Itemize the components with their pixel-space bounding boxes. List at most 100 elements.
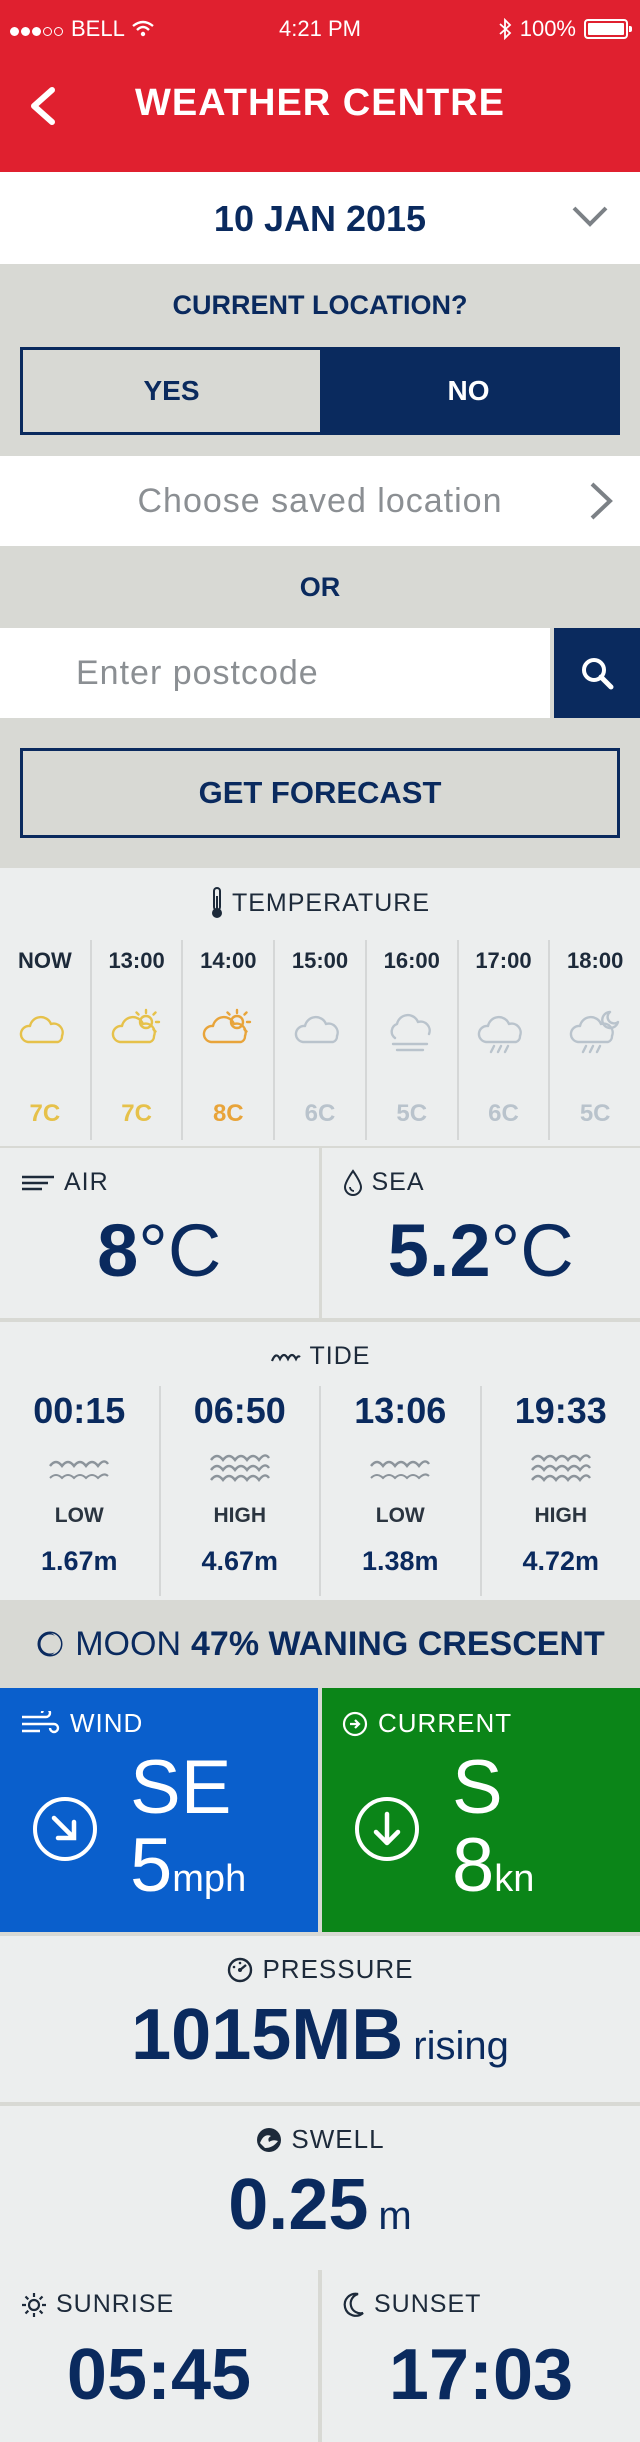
search-button[interactable] xyxy=(554,628,640,718)
current-header: CURRENT xyxy=(342,1708,512,1739)
hour-temperature: 6C xyxy=(304,1100,336,1127)
crescent-moon-icon xyxy=(343,2292,364,2317)
tide-kind: LOW xyxy=(375,1504,425,1527)
swell-reading: 0.25 m xyxy=(0,2164,640,2246)
tide-kind: HIGH xyxy=(534,1504,588,1527)
tide-section: TIDE 00:15 LOW 1.67m 06:50 HIGH 4.67m 13:06 LOW… xyxy=(0,1322,640,1600)
tide-wave-icon xyxy=(270,1353,301,1361)
air-header: AIR xyxy=(20,1168,109,1197)
sunset-header: SUNSET xyxy=(342,2290,481,2319)
tide-height: 4.72m xyxy=(522,1546,600,1576)
saved-location-selector[interactable]: Choose saved location xyxy=(0,456,640,546)
pressure-label: PRESSURE xyxy=(262,1954,414,1984)
wind-icon xyxy=(22,1710,60,1733)
swell-unit: m xyxy=(378,2194,412,2238)
sunrise-panel: SUNRISE 05:45 xyxy=(0,2270,318,2442)
pressure-value: 1015MB xyxy=(131,1995,404,2075)
wind-direction-arrow-icon xyxy=(33,1797,97,1861)
sun-row: SUNRISE 05:45 SUNSET 17:03 xyxy=(0,2270,640,2442)
hour-time: 17:00 xyxy=(475,948,532,973)
sea-label: SEA xyxy=(371,1168,425,1196)
battery-icon xyxy=(584,19,632,39)
sunset-panel: SUNSET 17:03 xyxy=(322,2270,640,2442)
no-button[interactable]: NO xyxy=(320,350,617,432)
nav-bar: WEATHER CENTRE xyxy=(0,56,640,172)
thermometer-icon xyxy=(211,887,222,918)
postcode-input[interactable] xyxy=(0,628,550,718)
date-selector[interactable]: 10 JAN 2015 xyxy=(0,172,640,264)
sunrise-header: SUNRISE xyxy=(20,2290,174,2319)
hour-weather-icon xyxy=(383,1008,441,1061)
tide-kind: HIGH xyxy=(213,1504,267,1527)
pressure-header: PRESSURE xyxy=(0,1954,640,1985)
swell-icon xyxy=(257,2127,282,2152)
high-tide-icon xyxy=(209,1454,270,1482)
tide-time: 13:06 xyxy=(354,1390,447,1431)
sun-cloud-icon xyxy=(203,1008,252,1044)
rain-cloud-moon-icon xyxy=(569,1010,620,1054)
pressure-reading: 1015MB rising xyxy=(0,1994,640,2076)
search-icon xyxy=(582,658,614,690)
tide-height: 1.67m xyxy=(40,1546,118,1576)
cloud-icon xyxy=(19,1015,64,1044)
cloud-icon xyxy=(294,1015,339,1044)
moon-label: MOON xyxy=(75,1624,182,1663)
moon-row: MOON 47% WANING CRESCENT xyxy=(0,1600,640,1688)
tide-times: 00:15 LOW 1.67m 06:50 HIGH 4.67m 13:06 LOW 1.38m… xyxy=(0,1386,640,1596)
sun-cloud-icon xyxy=(111,1008,160,1044)
hour-column: 16:00 5C xyxy=(364,940,457,1140)
status-right: 100% xyxy=(498,16,632,42)
swell-header: SWELL xyxy=(0,2124,640,2155)
hour-weather-icon xyxy=(199,1008,257,1061)
current-direction: S xyxy=(452,1745,503,1830)
hour-weather-icon xyxy=(474,1008,532,1061)
sea-temperature: 5.2°C xyxy=(322,1208,640,1293)
hour-column: 17:00 6C xyxy=(456,940,549,1140)
hour-weather-icon xyxy=(16,1008,74,1061)
tide-height: 4.67m xyxy=(201,1546,279,1576)
chevron-down-icon[interactable] xyxy=(570,202,610,230)
postcode-row xyxy=(0,628,640,718)
hour-column: 14:00 8C xyxy=(181,940,273,1140)
pressure-section: PRESSURE 1015MB rising xyxy=(0,1936,640,2102)
sea-unit: °C xyxy=(490,1209,574,1292)
hour-temperature: 5C xyxy=(396,1100,428,1127)
sunset-label: SUNSET xyxy=(374,2290,482,2318)
air-unit: °C xyxy=(138,1209,222,1292)
hour-time: 15:00 xyxy=(291,948,349,973)
chevron-right-icon[interactable] xyxy=(588,480,614,522)
battery-percent: 100% xyxy=(519,16,576,41)
hour-weather-icon xyxy=(291,1008,349,1061)
hour-time: 13:00 xyxy=(108,948,165,973)
current-speed-value: 8 xyxy=(452,1823,495,1908)
hourly-forecast: NOW 7C 13:00 7C 14:00 8C 15:00 6C 16:00 5C 17:00 6C… xyxy=(0,940,640,1140)
rain-cloud-icon xyxy=(478,1015,523,1054)
tide-time: 19:33 xyxy=(514,1390,607,1431)
sunset-time: 17:03 xyxy=(388,2335,574,2415)
wind-label: WIND xyxy=(70,1708,144,1738)
hour-time: 18:00 xyxy=(567,948,624,973)
air-temperature: 8°C xyxy=(0,1208,319,1293)
tide-column: 13:06 LOW 1.38m xyxy=(319,1386,480,1596)
moon-icon xyxy=(37,1631,63,1657)
hour-time: 16:00 xyxy=(383,948,440,973)
wind-header: WIND xyxy=(20,1708,143,1739)
current-location-toggle: YES NO xyxy=(20,347,620,435)
water-drop-icon xyxy=(343,1168,362,1196)
yes-button[interactable]: YES xyxy=(23,350,320,432)
tide-column: 00:15 LOW 1.67m xyxy=(0,1386,159,1596)
or-label: OR xyxy=(299,572,341,602)
swell-value: 0.25 xyxy=(228,2165,369,2245)
saved-location-placeholder: Choose saved location xyxy=(137,482,503,520)
hour-column: 15:00 6C xyxy=(273,940,365,1140)
air-sea-row: AIR 8°C SEA 5.2°C xyxy=(0,1148,640,1318)
wind-speed-unit: mph xyxy=(172,1858,247,1900)
wind-speed: 5mph xyxy=(130,1828,246,1904)
hour-temperature: 7C xyxy=(121,1100,152,1127)
swell-section: SWELL 0.25 m xyxy=(0,2106,640,2270)
tide-label: TIDE xyxy=(309,1342,371,1370)
wind-direction: SE xyxy=(130,1745,232,1830)
sunrise-label: SUNRISE xyxy=(56,2290,175,2318)
current-location-label: CURRENT LOCATION? xyxy=(172,290,468,320)
get-forecast-button[interactable]: GET FORECAST xyxy=(20,748,620,838)
